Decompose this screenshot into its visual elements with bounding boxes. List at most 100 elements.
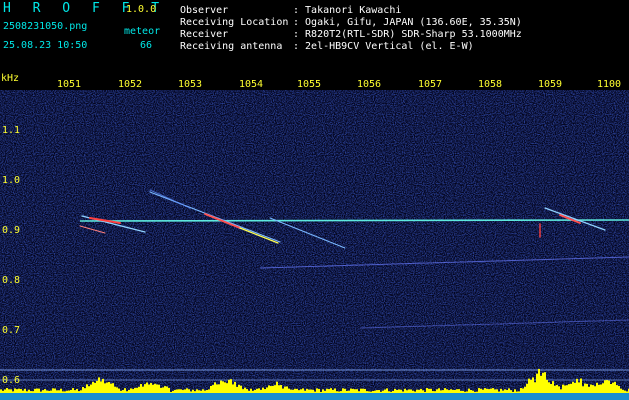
histogram-bar bbox=[454, 389, 456, 393]
histogram-bar bbox=[204, 390, 206, 393]
histogram-bar bbox=[66, 390, 68, 393]
histogram-bar bbox=[524, 386, 526, 393]
histogram-bar bbox=[370, 391, 372, 393]
histogram-bar bbox=[402, 391, 404, 393]
histogram-bar bbox=[372, 391, 374, 393]
histogram-bar bbox=[576, 378, 578, 393]
histogram-bar bbox=[408, 389, 410, 393]
histogram-bar bbox=[410, 389, 412, 393]
histogram-bar bbox=[54, 388, 56, 393]
histogram-bar bbox=[580, 378, 582, 393]
time-tick-1100: 1100 bbox=[597, 79, 622, 90]
histogram-bar bbox=[76, 388, 78, 393]
histogram-bar bbox=[146, 382, 148, 393]
histogram-bar bbox=[496, 389, 498, 393]
histogram-bar bbox=[136, 387, 138, 393]
histogram-bar bbox=[584, 383, 586, 393]
histogram-bar bbox=[118, 388, 120, 393]
histogram-bar bbox=[80, 390, 82, 393]
histogram-bar bbox=[550, 383, 552, 393]
observer-label: Observer bbox=[180, 5, 229, 16]
histogram-bar bbox=[290, 389, 292, 393]
histogram-bar bbox=[144, 384, 146, 393]
histogram-bar bbox=[624, 390, 626, 393]
histogram-bar bbox=[604, 380, 606, 393]
histogram-bar bbox=[224, 382, 226, 393]
histogram-bar bbox=[244, 387, 246, 393]
time-tick-1058: 1058 bbox=[478, 79, 503, 90]
histogram-bar bbox=[96, 380, 98, 393]
histogram-bar bbox=[418, 389, 420, 393]
histogram-bar bbox=[166, 386, 168, 393]
histogram-bar bbox=[206, 390, 208, 393]
histogram-bar bbox=[386, 388, 388, 393]
histogram-bar bbox=[292, 389, 294, 393]
histogram-bar bbox=[172, 390, 174, 393]
histogram-bar bbox=[360, 388, 362, 393]
histogram-bar bbox=[274, 385, 276, 393]
histogram-bar bbox=[12, 391, 14, 393]
histogram-bar bbox=[42, 390, 44, 393]
histogram-bar bbox=[236, 386, 238, 393]
histogram-bar bbox=[214, 382, 216, 393]
histogram-bar bbox=[150, 383, 152, 393]
histogram-bar bbox=[366, 391, 368, 393]
histogram-bar bbox=[618, 386, 620, 393]
histogram-bar bbox=[500, 388, 502, 393]
histogram-bar bbox=[600, 384, 602, 393]
histogram-bar bbox=[262, 387, 264, 393]
histogram-bar bbox=[368, 391, 370, 393]
histogram-bar bbox=[392, 390, 394, 393]
histogram-bar bbox=[194, 391, 196, 393]
antenna-value: : 2el-HB9CV Vertical (el. E-W) bbox=[293, 41, 474, 52]
histogram-bar bbox=[416, 389, 418, 393]
histogram-bar bbox=[2, 390, 4, 393]
histogram-bar bbox=[160, 387, 162, 393]
histogram-bar bbox=[6, 388, 8, 393]
time-tick-1051: 1051 bbox=[57, 79, 82, 90]
histogram-bar bbox=[266, 387, 268, 393]
histogram-bar bbox=[22, 390, 24, 393]
histogram-bar bbox=[132, 389, 134, 393]
histogram-bar bbox=[348, 390, 350, 393]
histogram-bar bbox=[228, 379, 230, 393]
histogram-bar bbox=[284, 386, 286, 393]
histogram-bar bbox=[108, 382, 110, 393]
histogram-bar bbox=[230, 379, 232, 393]
histogram-bar bbox=[432, 391, 434, 393]
histogram-bar bbox=[218, 384, 220, 393]
histogram-bar bbox=[82, 386, 84, 393]
histogram-bar bbox=[314, 391, 316, 393]
histogram-bar bbox=[482, 389, 484, 393]
histogram-bar bbox=[272, 385, 274, 393]
histogram-bar bbox=[258, 388, 260, 393]
histogram-bar bbox=[614, 381, 616, 393]
histogram-bar bbox=[300, 389, 302, 393]
histogram-bar bbox=[220, 380, 222, 393]
histogram-bar bbox=[390, 391, 392, 393]
histogram-bar bbox=[190, 391, 192, 393]
histogram-bar bbox=[512, 391, 514, 393]
histogram-bar bbox=[212, 385, 214, 393]
histogram-bar bbox=[86, 384, 88, 393]
freq-tick-0.9: 0.9 bbox=[2, 225, 21, 236]
histogram-bar bbox=[380, 391, 382, 393]
histogram-bar bbox=[404, 388, 406, 393]
histogram-bar bbox=[472, 390, 474, 393]
histogram-bar bbox=[52, 388, 54, 393]
histogram-bar bbox=[18, 388, 20, 393]
histogram-bar bbox=[4, 389, 6, 393]
histogram-bar bbox=[346, 390, 348, 393]
histogram-bar bbox=[174, 389, 176, 393]
histogram-bar bbox=[168, 387, 170, 393]
spectrogram-svg bbox=[0, 90, 629, 400]
histogram-bar bbox=[222, 381, 224, 393]
histogram-bar bbox=[528, 378, 530, 393]
meteor-label: meteor bbox=[124, 26, 161, 37]
histogram-bar bbox=[88, 386, 90, 393]
histogram-bar bbox=[226, 383, 228, 393]
histogram-bar bbox=[298, 390, 300, 393]
histogram-bar bbox=[276, 381, 278, 393]
histogram-bar bbox=[438, 388, 440, 393]
histogram-bar bbox=[184, 389, 186, 393]
